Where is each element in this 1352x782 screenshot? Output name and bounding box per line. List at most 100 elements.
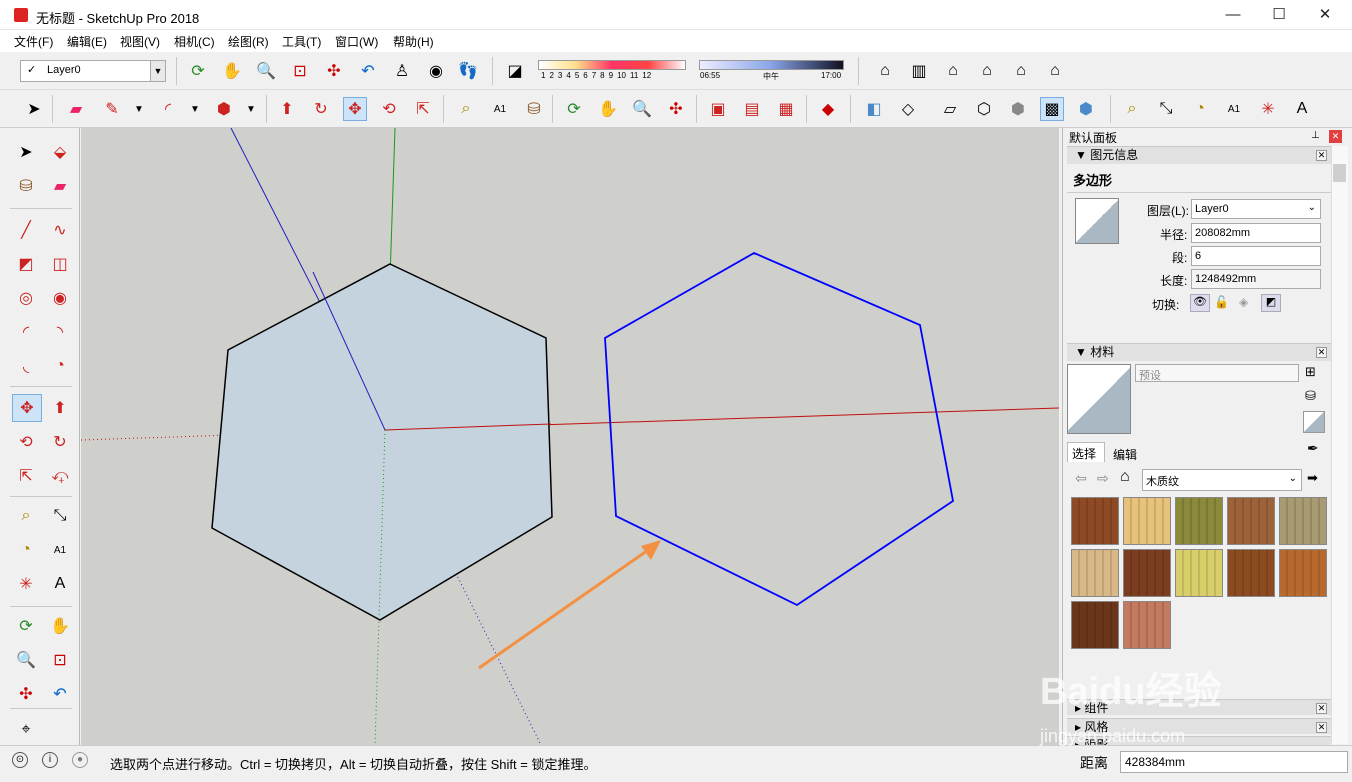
receive-shadows-icon[interactable]: ◈ — [1239, 295, 1248, 309]
entity-info-header[interactable]: ▼ 图元信息 ✕ — [1067, 146, 1331, 164]
move-icon[interactable]: ✥ — [343, 97, 367, 121]
paint-bucket-icon[interactable]: ⛁ — [14, 174, 38, 198]
monochrome-style-icon[interactable]: ⬢ — [1074, 97, 1098, 121]
scale-icon[interactable]: ⇱ — [14, 464, 38, 488]
model-viewport[interactable] — [81, 128, 1059, 745]
tape-measure-icon[interactable]: ⌕ — [454, 97, 478, 121]
menu-help[interactable]: 帮助(H) — [393, 33, 434, 50]
previous-view-icon[interactable]: ↶ — [48, 682, 72, 706]
position-camera-icon[interactable]: ⌖ — [14, 718, 38, 742]
make-component-icon[interactable]: ⬙ — [48, 140, 72, 164]
month-slider[interactable] — [538, 60, 686, 70]
shadows-toggle-icon[interactable]: ◪ — [503, 59, 527, 83]
material-swatch[interactable] — [1071, 549, 1119, 597]
text-tool-icon[interactable]: A1 — [48, 538, 72, 562]
material-swatch[interactable] — [1175, 549, 1223, 597]
zoom-icon[interactable]: 🔍 — [630, 97, 654, 121]
follow-me-icon[interactable]: ↻ — [48, 430, 72, 454]
close-icon[interactable]: ✕ — [1316, 703, 1327, 714]
material-swatch[interactable] — [1123, 601, 1171, 649]
text-tool-icon[interactable]: A1 — [488, 97, 512, 121]
zoom-extents-icon[interactable]: ✣ — [322, 59, 346, 83]
minimize-button[interactable]: — — [1210, 0, 1256, 30]
dimension-icon[interactable]: ⤡ — [1154, 97, 1178, 121]
eraser-icon[interactable]: ▰ — [64, 97, 88, 121]
rotate-icon[interactable]: ⟲ — [377, 97, 401, 121]
wireframe-style-icon[interactable]: ▱ — [938, 97, 962, 121]
orbit-icon[interactable]: ⟳ — [562, 97, 586, 121]
material-swatch[interactable] — [1279, 549, 1327, 597]
material-swatch[interactable] — [1071, 601, 1119, 649]
material-swatch[interactable] — [1175, 497, 1223, 545]
measurement-input[interactable]: 428384mm — [1120, 751, 1348, 773]
zoom-icon[interactable]: 🔍 — [14, 648, 38, 672]
rotated-rectangle-icon[interactable]: ◫ — [48, 252, 72, 276]
extension-warehouse-icon[interactable]: ▦ — [774, 97, 798, 121]
close-icon[interactable]: ✕ — [1316, 347, 1327, 358]
entity-layer-select[interactable]: Layer0 ⌄ — [1191, 199, 1321, 219]
segments-input[interactable]: 6 — [1191, 246, 1321, 266]
pan-icon[interactable]: ✋ — [220, 59, 244, 83]
material-swatch[interactable] — [1279, 497, 1327, 545]
iso-view-icon[interactable]: ⌂ — [873, 59, 897, 83]
axes-icon[interactable]: ✳ — [1256, 97, 1280, 121]
selected-hexagon-outline[interactable] — [604, 251, 954, 607]
tape-measure-icon[interactable]: ⌕ — [14, 504, 38, 528]
entity-material-swatch[interactable] — [1075, 198, 1119, 244]
material-swatch[interactable] — [1123, 497, 1171, 545]
orbit-icon[interactable]: ⟳ — [186, 59, 210, 83]
orbit-icon[interactable]: ⟳ — [14, 614, 38, 638]
scrollbar-thumb[interactable] — [1333, 164, 1346, 182]
material-preview-swatch[interactable] — [1067, 364, 1131, 434]
dimension-icon[interactable]: ⤡ — [48, 504, 72, 528]
chevron-down-icon[interactable]: ▼ — [183, 97, 207, 121]
menu-camera[interactable]: 相机(C) — [174, 33, 215, 50]
tab-edit[interactable]: 编辑 — [1109, 444, 1141, 465]
shaded-textures-style-icon[interactable]: ▩ — [1040, 97, 1064, 121]
arc-icon[interactable]: ◜ — [156, 97, 180, 121]
select-arrow-icon[interactable]: ➤ — [14, 140, 38, 164]
geo-location-icon[interactable]: ⊙ — [12, 752, 28, 768]
close-button[interactable]: ✕ — [1302, 0, 1348, 30]
material-swatch[interactable] — [1227, 549, 1275, 597]
pin-icon[interactable]: ⊥ — [1311, 130, 1320, 141]
menu-window[interactable]: 窗口(W) — [335, 33, 378, 50]
follow-me-icon[interactable]: ↻ — [309, 97, 333, 121]
pie-icon[interactable]: ◔ — [48, 354, 72, 378]
material-library-select[interactable]: 木质纹 ⌄ — [1142, 469, 1302, 491]
back-edges-style-icon[interactable]: ◇ — [896, 97, 920, 121]
menu-file[interactable]: 文件(F) — [14, 33, 53, 50]
3d-warehouse-icon[interactable]: ▣ — [706, 97, 730, 121]
eyedropper-icon[interactable]: ✒ — [1307, 440, 1319, 457]
menu-edit[interactable]: 编辑(E) — [67, 33, 107, 50]
default-material-icon[interactable] — [1303, 411, 1325, 433]
zoom-window-icon[interactable]: ⊡ — [288, 59, 312, 83]
material-swatch[interactable] — [1227, 497, 1275, 545]
back-arrow-icon[interactable]: ⇦ — [1075, 470, 1087, 487]
hexagon-face[interactable] — [211, 263, 553, 621]
three-point-arc-icon[interactable]: ◟ — [14, 354, 38, 378]
3d-text-icon[interactable]: A — [1290, 97, 1314, 121]
layer-select[interactable]: Layer0 — [20, 60, 166, 82]
menu-draw[interactable]: 绘图(R) — [228, 33, 269, 50]
panel-scrollbar[interactable] — [1331, 146, 1348, 744]
offset-icon[interactable]: ⤽ — [48, 464, 72, 488]
credits-info-icon[interactable]: i — [42, 752, 58, 768]
menu-tools[interactable]: 工具(T) — [282, 33, 321, 50]
rotate-icon[interactable]: ⟲ — [14, 430, 38, 454]
chevron-down-icon[interactable]: ▼ — [239, 97, 263, 121]
polygon-icon[interactable]: ◉ — [48, 286, 72, 310]
shaded-style-icon[interactable]: ⬢ — [1006, 97, 1030, 121]
chevron-down-icon[interactable]: ▼ — [150, 61, 165, 81]
tab-select[interactable]: 选择 — [1067, 442, 1105, 462]
create-material-icon[interactable]: ⊞ — [1305, 364, 1316, 380]
left-view-icon[interactable]: ⌂ — [1043, 59, 1067, 83]
axes-icon[interactable]: ✳ — [14, 572, 38, 596]
two-point-arc-icon[interactable]: ◝ — [48, 320, 72, 344]
position-camera-icon[interactable]: ♙ — [390, 59, 414, 83]
cast-shadows-icon[interactable]: ◩ — [1261, 294, 1281, 312]
sample-paint-icon[interactable]: ⛁ — [1305, 388, 1316, 404]
eraser-icon[interactable]: ▰ — [48, 174, 72, 198]
select-arrow-icon[interactable]: ➤ — [22, 97, 46, 121]
menu-view[interactable]: 视图(V) — [120, 33, 160, 50]
